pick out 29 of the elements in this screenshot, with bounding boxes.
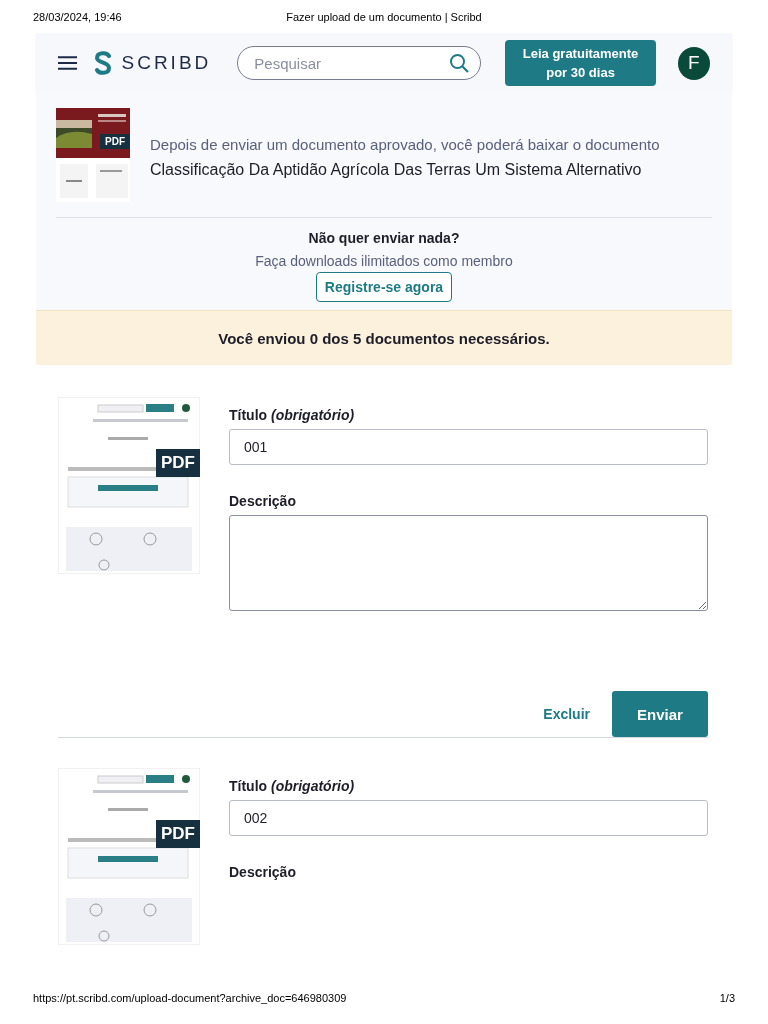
search-icon[interactable] [449,53,470,73]
avatar[interactable]: F [677,46,710,80]
pdf-badge: PDF [156,449,200,477]
document-title: Classificação Da Aptidão Agrícola Das Terras Um Sistema Alternativo [150,160,643,179]
field-label: Descrição [229,493,297,509]
search-field[interactable]: Pesquisar [237,46,482,80]
signup-question: Não quer enviar nada? [308,230,460,246]
pdf-badge: PDF [156,820,200,848]
field-label: Título (obrigatório) [229,778,356,794]
page-number: 1/3 [719,992,735,1004]
description-field[interactable] [229,515,708,611]
print-date: 28/03/2024, 19:46 [33,10,122,23]
signup-text: Faça downloads ilimitados como membro [255,253,513,269]
progress-banner: Você enviou 0 dos 5 documentos necessários. [36,310,732,365]
title-field[interactable]: 002 [229,800,708,836]
menu-icon[interactable] [58,56,78,70]
logo-icon[interactable] [93,51,114,75]
submit-button[interactable]: Enviar [612,691,708,737]
field-label: Descrição [229,864,297,880]
logo-text[interactable]: SCRIBD [121,52,212,74]
download-note: Depois de enviar um documento aprovado, você poderá baixar o documento [150,135,660,153]
title-field[interactable]: 001 [229,429,708,465]
page-url: https://pt.scribd.com/upload-document?archive_doc=646980309 [33,992,347,1004]
free-trial-button[interactable]: Leia gratuitamente por 30 dias [505,40,656,86]
field-label: Título (obrigatório) [229,407,356,423]
page-title: Fazer upload de um documento | Scribd [286,10,482,23]
pdf-badge: PDF [100,134,130,149]
delete-link[interactable]: Excluir [543,702,590,726]
register-button[interactable]: Registre-se agora [315,272,453,302]
